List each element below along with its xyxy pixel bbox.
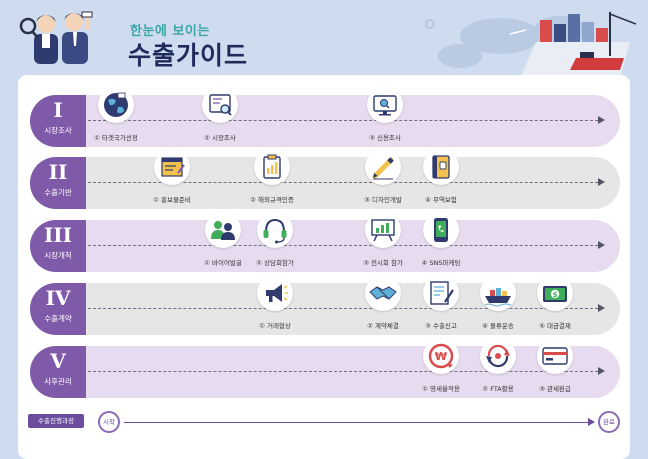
stage-row: V 사후관리 ₩ ① 영세율적용 ② FTA활용 ③ 관세환급 (30, 338, 620, 398)
step-label: ③ 신용조사 (369, 134, 401, 142)
step-item[interactable]: ① 홍보물준비 (140, 149, 204, 213)
dollar-wallet-icon: $ (537, 275, 573, 311)
step-item[interactable]: ₩ ① 영세율적용 (409, 338, 473, 402)
arrow-right-icon (598, 367, 605, 375)
step-label: ② 시장조사 (204, 134, 236, 142)
headset-icon (257, 212, 293, 248)
brochure-icon (154, 149, 190, 185)
stage-numeral: III (43, 223, 73, 247)
stage-label: 사후관리 (44, 377, 72, 386)
step-item[interactable]: ③ 전시회 참가 (351, 212, 415, 276)
stage-tab: IV 수출계약 (30, 283, 86, 335)
step-label: ② 상담회참가 (256, 259, 294, 267)
step-item[interactable]: ① 타겟국가선정 (84, 87, 148, 151)
arrow-right-icon (598, 241, 605, 249)
step-item[interactable]: ② 시장조사 (188, 87, 252, 151)
fta-cycle-icon (480, 338, 516, 374)
stage-tab: II 수출기반 (30, 157, 86, 209)
stage-row: I 시장조사 ① 타겟국가선정 ② 시장조사 ③ 신용조사 (30, 87, 620, 147)
step-label: ② 해외규격인증 (250, 196, 294, 204)
stage-row: III 시장개척 ① 바이어발굴 ② 상담회참가 ③ 전시회 참가 ④ SNS마케팅 (30, 212, 620, 272)
magnifier-screen-icon (202, 87, 238, 123)
buyer-people-icon (205, 212, 241, 248)
stage-flow-line (88, 245, 598, 246)
megaphone-icon (257, 275, 293, 311)
step-item[interactable]: ① 거래협상 (243, 275, 307, 339)
exhibition-board-icon (365, 212, 401, 248)
arrow-right-icon (598, 304, 605, 312)
page-title: 수출가이드 (128, 41, 249, 70)
certificate-clipboard-icon (254, 149, 290, 185)
step-label: ① 거래협상 (259, 322, 291, 330)
step-label: ④ SNS마케팅 (421, 259, 461, 267)
progress-label: 수출진행과정 (28, 414, 84, 428)
progress-arrow-icon (588, 418, 595, 426)
progress-end: 완료 (598, 411, 620, 433)
step-item[interactable]: ② 해외규격인증 (240, 149, 304, 213)
won-coin-icon: ₩ (423, 338, 459, 374)
arrow-right-icon (598, 116, 605, 124)
insurance-book-icon (423, 149, 459, 185)
stage-label: 시장개척 (44, 251, 72, 260)
svg-text:$: $ (553, 291, 558, 299)
export-guide-page: 한눈에 보이는 수출가이드 I 시장조사 ① 타겟국가선정 ② 시장조사 ③ 신용조사 I… (0, 0, 648, 459)
svg-text:₩: ₩ (435, 350, 447, 363)
step-label: ③ 관세환급 (539, 385, 571, 393)
cargo-ship-illustration (425, 12, 637, 78)
pencil-icon (365, 149, 401, 185)
credit-card-icon (537, 338, 573, 374)
stage-tab: V 사후관리 (30, 346, 86, 398)
businesspeople-illustration (19, 11, 93, 64)
step-item[interactable]: $ ⑤ 대금결제 (523, 275, 587, 339)
stage-label: 수출계약 (44, 314, 72, 323)
arrow-right-icon (598, 178, 605, 186)
progress-line (124, 422, 594, 423)
step-label: ① 홍보물준비 (153, 196, 191, 204)
step-item[interactable]: ② 상담회참가 (243, 212, 307, 276)
stage-numeral: IV (45, 286, 71, 310)
step-item[interactable]: ③ 관세환급 (523, 338, 587, 402)
monitor-search-icon (367, 87, 403, 123)
smartphone-icon (423, 212, 459, 248)
step-item[interactable]: ③ 수출신고 (409, 275, 473, 339)
progress-start: 시작 (98, 411, 120, 433)
stage-numeral: V (50, 349, 66, 373)
stage-row: IV 수출계약 ① 거래협상 ② 계약체결 ③ 수출신고 ④ 물류운송 $ ⑤ 대금결제 (30, 275, 620, 335)
step-item[interactable]: ④ SNS마케팅 (409, 212, 473, 276)
stage-numeral: I (53, 98, 63, 122)
document-pen-icon (423, 275, 459, 311)
stage-tab: III 시장개척 (30, 220, 86, 272)
handshake-icon (365, 275, 401, 311)
globe-icon (98, 87, 134, 123)
step-item[interactable]: ② FTA활용 (466, 338, 530, 402)
step-label: ④ 무역보험 (425, 196, 457, 204)
step-item[interactable]: ③ 디자인개발 (351, 149, 415, 213)
step-item[interactable]: ④ 물류운송 (466, 275, 530, 339)
step-label: ⑤ 대금결제 (539, 322, 571, 330)
step-item[interactable]: ③ 신용조사 (353, 87, 417, 151)
step-label: ① 타겟국가선정 (94, 134, 138, 142)
stage-numeral: II (48, 160, 68, 184)
step-item[interactable]: ④ 무역보험 (409, 149, 473, 213)
stage-label: 수출기반 (44, 188, 72, 197)
step-item[interactable]: ② 계약체결 (351, 275, 415, 339)
cargo-ship-icon (480, 275, 516, 311)
stage-row: II 수출기반 ① 홍보물준비 ② 해외규격인증 ③ 디자인개발 ④ 무역보험 (30, 149, 620, 209)
stage-flow-line (88, 120, 598, 121)
